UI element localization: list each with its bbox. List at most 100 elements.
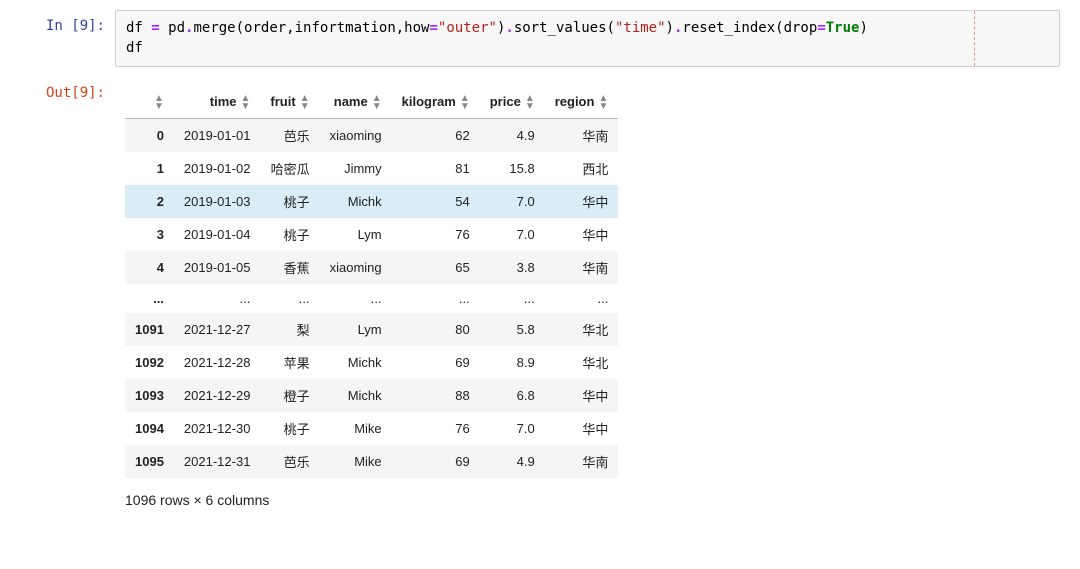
cell-time: 2019-01-05: [174, 251, 261, 284]
cell-fruit: 哈密瓜: [260, 152, 319, 185]
cell-time: 2021-12-27: [174, 313, 261, 346]
output-area: timefruitnamekilogrampriceregion 02019-0…: [115, 77, 1060, 508]
row-index: 1091: [125, 313, 174, 346]
cell-fruit: 桃子: [260, 185, 319, 218]
column-header-time[interactable]: time: [174, 87, 261, 118]
cell-time: 2021-12-28: [174, 346, 261, 379]
table-row: 22019-01-03桃子Michk547.0华中: [125, 185, 618, 218]
cell-kilogram: ...: [392, 284, 480, 313]
cell-price: 7.0: [480, 185, 545, 218]
cell-name: Michk: [320, 185, 392, 218]
cell-kilogram: 69: [392, 445, 480, 478]
dataframe-shape: 1096 rows × 6 columns: [125, 492, 1060, 508]
row-index: 1093: [125, 379, 174, 412]
table-row: 10922021-12-28苹果Michk698.9华北: [125, 346, 618, 379]
cell-kilogram: 69: [392, 346, 480, 379]
column-header-name[interactable]: name: [320, 87, 392, 118]
table-row: 10942021-12-30桃子Mike767.0华中: [125, 412, 618, 445]
cell-kilogram: 76: [392, 218, 480, 251]
table-row: 10932021-12-29橙子Michk886.8华中: [125, 379, 618, 412]
output-cell: Out[9]: timefruitnamekilogrampriceregion…: [20, 77, 1060, 508]
cell-fruit: 桃子: [260, 218, 319, 251]
sort-icon[interactable]: [154, 95, 164, 111]
cell-kilogram: 80: [392, 313, 480, 346]
cell-time: 2021-12-29: [174, 379, 261, 412]
cell-price: 7.0: [480, 412, 545, 445]
cell-kilogram: 76: [392, 412, 480, 445]
column-header-region[interactable]: region: [545, 87, 619, 118]
code-input[interactable]: df = pd.merge(order,infortmation,how="ou…: [115, 10, 1060, 67]
cell-price: 15.8: [480, 152, 545, 185]
dataframe-table: timefruitnamekilogrampriceregion 02019-0…: [125, 87, 618, 478]
table-row: 32019-01-04桃子Lym767.0华中: [125, 218, 618, 251]
table-row: 42019-01-05香蕉xiaoming653.8华南: [125, 251, 618, 284]
row-index: 2: [125, 185, 174, 218]
column-header-kilogram[interactable]: kilogram: [392, 87, 480, 118]
cell-region: 华北: [545, 346, 619, 379]
sort-icon[interactable]: [241, 95, 251, 111]
cell-region: 华北: [545, 313, 619, 346]
cell-name: Mike: [320, 445, 392, 478]
cell-region: ...: [545, 284, 619, 313]
row-index: ...: [125, 284, 174, 313]
sort-icon[interactable]: [372, 95, 382, 111]
cell-region: 华中: [545, 412, 619, 445]
table-row: 12019-01-02哈密瓜Jimmy8115.8西北: [125, 152, 618, 185]
output-prompt: Out[9]:: [20, 77, 115, 101]
cell-price: 3.8: [480, 251, 545, 284]
sort-icon[interactable]: [460, 95, 470, 111]
cell-fruit: 芭乐: [260, 118, 319, 152]
column-header-fruit[interactable]: fruit: [260, 87, 319, 118]
cell-time: 2019-01-02: [174, 152, 261, 185]
cell-region: 华中: [545, 185, 619, 218]
row-index: 1094: [125, 412, 174, 445]
cell-name: Jimmy: [320, 152, 392, 185]
cell-price: ...: [480, 284, 545, 313]
input-cell: In [9]: df = pd.merge(order,infortmation…: [20, 10, 1060, 67]
cell-time: 2021-12-30: [174, 412, 261, 445]
cell-region: 华南: [545, 445, 619, 478]
cell-time: 2021-12-31: [174, 445, 261, 478]
cell-price: 7.0: [480, 218, 545, 251]
cell-name: ...: [320, 284, 392, 313]
cell-fruit: 梨: [260, 313, 319, 346]
cell-fruit: 橙子: [260, 379, 319, 412]
sort-icon[interactable]: [300, 95, 310, 111]
row-index: 3: [125, 218, 174, 251]
cell-fruit: 苹果: [260, 346, 319, 379]
cell-price: 6.8: [480, 379, 545, 412]
code-margin-guide: [974, 11, 975, 66]
row-index: 1095: [125, 445, 174, 478]
cell-time: ...: [174, 284, 261, 313]
cell-region: 华中: [545, 379, 619, 412]
cell-price: 5.8: [480, 313, 545, 346]
cell-price: 8.9: [480, 346, 545, 379]
table-row: 02019-01-01芭乐xiaoming624.9华南: [125, 118, 618, 152]
column-header-price[interactable]: price: [480, 87, 545, 118]
cell-fruit: 香蕉: [260, 251, 319, 284]
sort-icon[interactable]: [525, 95, 535, 111]
table-body: 02019-01-01芭乐xiaoming624.9华南12019-01-02哈…: [125, 118, 618, 478]
cell-region: 华南: [545, 118, 619, 152]
table-row: 10952021-12-31芭乐Mike694.9华南: [125, 445, 618, 478]
cell-name: Mike: [320, 412, 392, 445]
cell-kilogram: 65: [392, 251, 480, 284]
cell-time: 2019-01-01: [174, 118, 261, 152]
cell-name: Lym: [320, 218, 392, 251]
cell-fruit: 芭乐: [260, 445, 319, 478]
cell-price: 4.9: [480, 445, 545, 478]
cell-fruit: ...: [260, 284, 319, 313]
index-header[interactable]: [125, 87, 174, 118]
sort-icon[interactable]: [598, 95, 608, 111]
table-row: 10912021-12-27梨Lym805.8华北: [125, 313, 618, 346]
row-index: 4: [125, 251, 174, 284]
cell-fruit: 桃子: [260, 412, 319, 445]
cell-region: 华中: [545, 218, 619, 251]
row-index: 1: [125, 152, 174, 185]
cell-name: Michk: [320, 346, 392, 379]
cell-time: 2019-01-03: [174, 185, 261, 218]
row-index: 0: [125, 118, 174, 152]
cell-name: Lym: [320, 313, 392, 346]
cell-name: Michk: [320, 379, 392, 412]
cell-region: 华南: [545, 251, 619, 284]
